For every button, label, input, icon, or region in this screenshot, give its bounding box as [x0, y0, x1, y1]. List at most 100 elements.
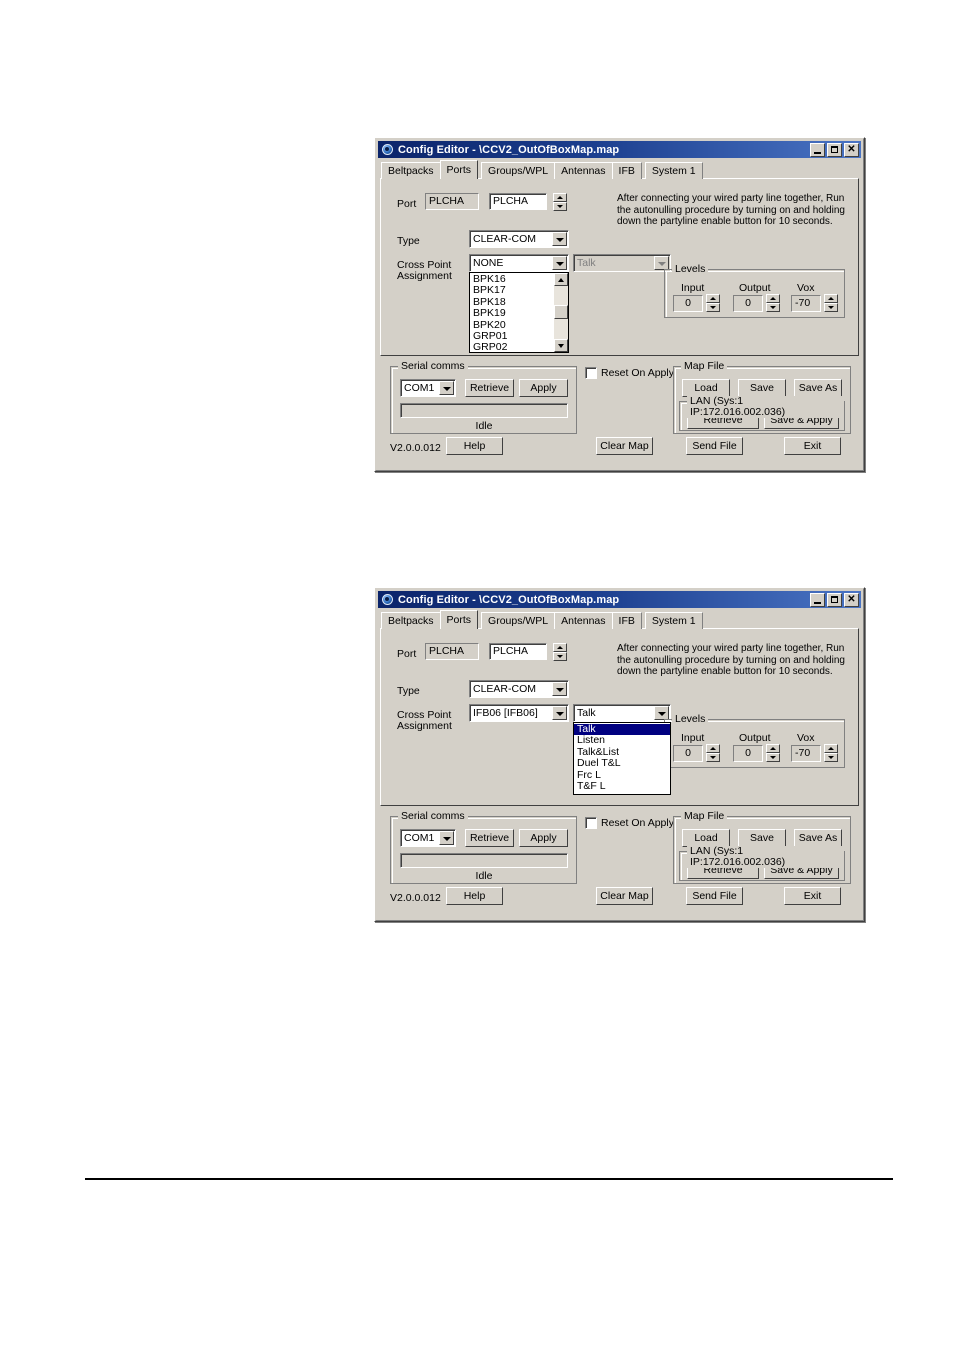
tab-antennas[interactable]: Antennas [554, 612, 613, 629]
type-combo[interactable]: CLEAR-COM [469, 680, 569, 698]
tab-ifb[interactable]: IFB [611, 162, 642, 179]
type-combo[interactable]: CLEAR-COM [469, 230, 569, 248]
output-level-stepper[interactable] [766, 294, 780, 312]
config-editor-window-top[interactable]: Config Editor - \CCV2_OutOfBoxMap.map ✕ … [374, 137, 865, 472]
crosspoint-dropdown-list[interactable]: BPK16 BPK17 BPK18 BPK19 BPK20 GRP01 GRP02 [469, 272, 569, 353]
tab-antennas[interactable]: Antennas [554, 162, 613, 179]
input-level-stepper[interactable] [706, 294, 720, 312]
crosspoint-list-scrollbar[interactable] [554, 273, 568, 352]
serial-apply-button[interactable]: Apply [519, 379, 568, 397]
vox-stepper-down[interactable] [824, 303, 838, 312]
tab-beltpacks[interactable]: Beltpacks [381, 162, 441, 179]
tab-ports[interactable]: Ports [439, 160, 479, 179]
crosspoint-option-item[interactable]: BPK19 [470, 307, 553, 319]
help-button[interactable]: Help [446, 887, 503, 905]
chevron-down-icon[interactable] [552, 706, 567, 720]
input-stepper-up[interactable] [706, 294, 720, 303]
chevron-down-icon[interactable] [439, 381, 454, 395]
port-stepper[interactable] [553, 193, 567, 211]
vox-level-stepper[interactable] [824, 294, 838, 312]
chevron-down-icon[interactable] [552, 232, 567, 246]
tab-ifb[interactable]: IFB [611, 612, 642, 629]
chevron-down-icon[interactable] [552, 682, 567, 696]
tab-beltpacks[interactable]: Beltpacks [381, 612, 441, 629]
tab-groups-wpl[interactable]: Groups/WPL [481, 612, 556, 629]
vox-level-field[interactable]: -70 [791, 745, 821, 762]
exit-button[interactable]: Exit [784, 437, 841, 455]
tab-groups-wpl[interactable]: Groups/WPL [481, 162, 556, 179]
send-file-button[interactable]: Send File [686, 437, 743, 455]
maximize-button[interactable] [827, 592, 842, 607]
port-name-input[interactable]: PLCHA [489, 193, 547, 210]
reset-on-apply-checkbox[interactable]: Reset On Apply [585, 817, 674, 829]
clear-map-button[interactable]: Clear Map [596, 887, 653, 905]
output-level-stepper[interactable] [766, 744, 780, 762]
minimize-button[interactable] [810, 142, 825, 157]
map-save-button[interactable]: Save [738, 829, 786, 847]
help-button[interactable]: Help [446, 437, 503, 455]
mode-combo[interactable]: Talk [573, 254, 671, 272]
chevron-down-icon[interactable] [552, 256, 567, 270]
maximize-button[interactable] [827, 142, 842, 157]
output-stepper-up[interactable] [766, 744, 780, 753]
chevron-down-icon[interactable] [439, 831, 454, 845]
reset-on-apply-box[interactable] [585, 817, 597, 829]
port-stepper-down[interactable] [553, 652, 567, 661]
scroll-down-icon[interactable] [554, 339, 568, 352]
chevron-down-icon[interactable] [654, 706, 669, 720]
port-stepper-up[interactable] [553, 193, 567, 202]
exit-button[interactable]: Exit [784, 887, 841, 905]
reset-on-apply-checkbox[interactable]: Reset On Apply [585, 367, 674, 379]
tab-ports[interactable]: Ports [439, 610, 479, 629]
input-stepper-up[interactable] [706, 744, 720, 753]
clear-map-button[interactable]: Clear Map [596, 437, 653, 455]
port-stepper-up[interactable] [553, 643, 567, 652]
map-save-as-button[interactable]: Save As [794, 829, 842, 847]
mode-option-item[interactable]: Duel T&L [574, 757, 670, 769]
mode-dropdown-list[interactable]: Talk Listen Talk&List Duel T&L Frc L T&F L [573, 722, 671, 795]
input-level-field[interactable]: 0 [673, 745, 703, 762]
vox-level-field[interactable]: -70 [791, 295, 821, 312]
crosspoint-combo[interactable]: NONE [469, 254, 569, 272]
serial-retrieve-button[interactable]: Retrieve [465, 379, 514, 397]
scrollbar-thumb[interactable] [554, 304, 568, 319]
input-level-stepper[interactable] [706, 744, 720, 762]
close-button[interactable]: ✕ [844, 592, 859, 607]
close-button[interactable]: ✕ [844, 142, 859, 157]
output-stepper-down[interactable] [766, 303, 780, 312]
title-bar-top[interactable]: Config Editor - \CCV2_OutOfBoxMap.map ✕ [378, 141, 861, 158]
reset-on-apply-box[interactable] [585, 367, 597, 379]
mode-combo[interactable]: Talk [573, 704, 671, 722]
vox-level-stepper[interactable] [824, 744, 838, 762]
input-stepper-down[interactable] [706, 303, 720, 312]
chevron-down-icon[interactable] [654, 256, 669, 270]
output-level-field[interactable]: 0 [733, 295, 763, 312]
config-editor-window-bottom[interactable]: Config Editor - \CCV2_OutOfBoxMap.map ✕ … [374, 587, 865, 922]
serial-port-combo[interactable]: COM1 [400, 829, 456, 847]
title-bar-bottom[interactable]: Config Editor - \CCV2_OutOfBoxMap.map ✕ [378, 591, 861, 608]
port-name-input[interactable]: PLCHA [489, 643, 547, 660]
map-save-button[interactable]: Save [738, 379, 786, 397]
crosspoint-combo[interactable]: IFB06 [IFB06] [469, 704, 569, 722]
input-stepper-down[interactable] [706, 753, 720, 762]
scroll-up-icon[interactable] [554, 273, 568, 286]
output-stepper-down[interactable] [766, 753, 780, 762]
send-file-button[interactable]: Send File [686, 887, 743, 905]
crosspoint-option-item[interactable]: GRP02 [470, 341, 553, 352]
tab-system-1[interactable]: System 1 [644, 612, 703, 629]
vox-stepper-up[interactable] [824, 744, 838, 753]
mode-option-item[interactable]: T&F L [574, 780, 670, 792]
minimize-button[interactable] [810, 592, 825, 607]
vox-stepper-down[interactable] [824, 753, 838, 762]
port-stepper-down[interactable] [553, 202, 567, 211]
map-save-as-button[interactable]: Save As [794, 379, 842, 397]
input-level-field[interactable]: 0 [673, 295, 703, 312]
output-stepper-up[interactable] [766, 294, 780, 303]
serial-retrieve-button[interactable]: Retrieve [465, 829, 514, 847]
serial-port-combo[interactable]: COM1 [400, 379, 456, 397]
port-stepper[interactable] [553, 643, 567, 661]
tab-system-1[interactable]: System 1 [644, 162, 703, 179]
serial-apply-button[interactable]: Apply [519, 829, 568, 847]
output-level-field[interactable]: 0 [733, 745, 763, 762]
vox-stepper-up[interactable] [824, 294, 838, 303]
